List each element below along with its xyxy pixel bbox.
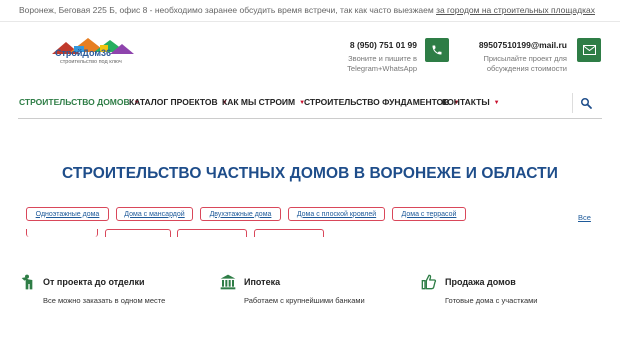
feature-title: Ипотека (244, 277, 281, 287)
phone-button[interactable] (425, 38, 449, 62)
tag-terrace[interactable]: Дома с террасой (392, 207, 466, 221)
envelope-icon (582, 45, 596, 55)
tag-partial[interactable] (26, 229, 98, 237)
phone-note-line2: Telegram+WhatsApp (347, 64, 417, 73)
thumbs-up-icon (421, 274, 437, 290)
tag-mansard[interactable]: Дома с мансардой (116, 207, 193, 221)
feature-subtitle: Готовые дома с участками (445, 296, 538, 305)
nav-item-house-construction[interactable]: СТРОИТЕЛЬСТВО ДОМОВ ▼ (19, 97, 140, 107)
feature-subtitle: Все можно заказать в одном месте (43, 296, 166, 305)
nav-divider-line (18, 118, 602, 119)
phone-note-line1: Звоните и пишите в (348, 54, 417, 63)
tag-two-storey[interactable]: Двухэтажные дома (200, 207, 281, 221)
address-label: Воронеж, Беговая 225 Б, офис 8 - необход… (19, 5, 437, 15)
nav-item-project-catalog[interactable]: КАТАЛОГ ПРОЕКТОВ ▼ (129, 97, 228, 107)
tag-flat-roof[interactable]: Дома с плоской кровлей (288, 207, 385, 221)
nav-divider (572, 93, 573, 113)
feature-subtitle: Работаем с крупнейшими банками (244, 296, 365, 305)
tag-partial[interactable] (105, 229, 171, 237)
main-navigation: СТРОИТЕЛЬСТВО ДОМОВ ▼ КАТАЛОГ ПРОЕКТОВ ▼ К… (0, 91, 620, 115)
phone-number[interactable]: 8 (950) 751 01 99 (325, 40, 417, 50)
chevron-down-icon: ▼ (493, 100, 500, 106)
site-logo[interactable]: СтройДом36 строительство под ключ (50, 34, 136, 72)
email-contact: 89507510199@mail.ru Присылайте проект дл… (470, 40, 567, 74)
email-button[interactable] (577, 38, 601, 62)
tags-all-link[interactable]: Все (578, 213, 591, 222)
phone-icon (432, 45, 442, 55)
page-title: СТРОИТЕЛЬСТВО ЧАСТНЫХ ДОМОВ В ВОРОНЕЖЕ И… (62, 165, 558, 182)
feature-title: Продажа домов (445, 277, 516, 287)
bank-icon (220, 274, 236, 290)
email-note-line2: обсуждения стоимости (486, 64, 567, 73)
tag-partial[interactable] (177, 229, 247, 237)
address-text: Воронеж, Беговая 225 Б, офис 8 - необход… (19, 5, 595, 15)
nav-item-label: СТРОИТЕЛЬСТВО ДОМОВ (19, 97, 130, 107)
feature-title: От проекта до отделки (43, 277, 145, 287)
search-icon[interactable] (580, 97, 592, 109)
nav-item-label: КОНТАКТЫ (442, 97, 490, 107)
address-link[interactable]: за городом на строительных площадках (436, 5, 595, 15)
person-raised-hand-icon (21, 274, 33, 290)
nav-item-how-we-build[interactable]: КАК МЫ СТРОИМ ▼ (222, 97, 305, 107)
logo-tagline: строительство под ключ (60, 59, 122, 65)
tag-one-storey[interactable]: Одноэтажные дома (26, 207, 109, 221)
nav-item-label: КАК МЫ СТРОИМ (222, 97, 296, 107)
email-address[interactable]: 89507510199@mail.ru (470, 40, 567, 50)
nav-item-label: СТРОИТЕЛЬСТВО ФУНДАМЕНТОВ (304, 97, 450, 107)
nav-item-label: КАТАЛОГ ПРОЕКТОВ (129, 97, 218, 107)
nav-item-foundations[interactable]: СТРОИТЕЛЬСТВО ФУНДАМЕНТОВ ▼ (304, 97, 459, 107)
top-info-bar: Воронеж, Беговая 225 Б, офис 8 - необход… (0, 0, 620, 22)
logo-name: СтройДом36 (55, 48, 112, 58)
tag-partial[interactable] (254, 229, 324, 237)
nav-item-contacts[interactable]: КОНТАКТЫ ▼ (442, 97, 500, 107)
email-note-line1: Присылайте проект для (483, 54, 567, 63)
phone-contact: 8 (950) 751 01 99 Звоните и пишите в Tel… (325, 40, 417, 74)
